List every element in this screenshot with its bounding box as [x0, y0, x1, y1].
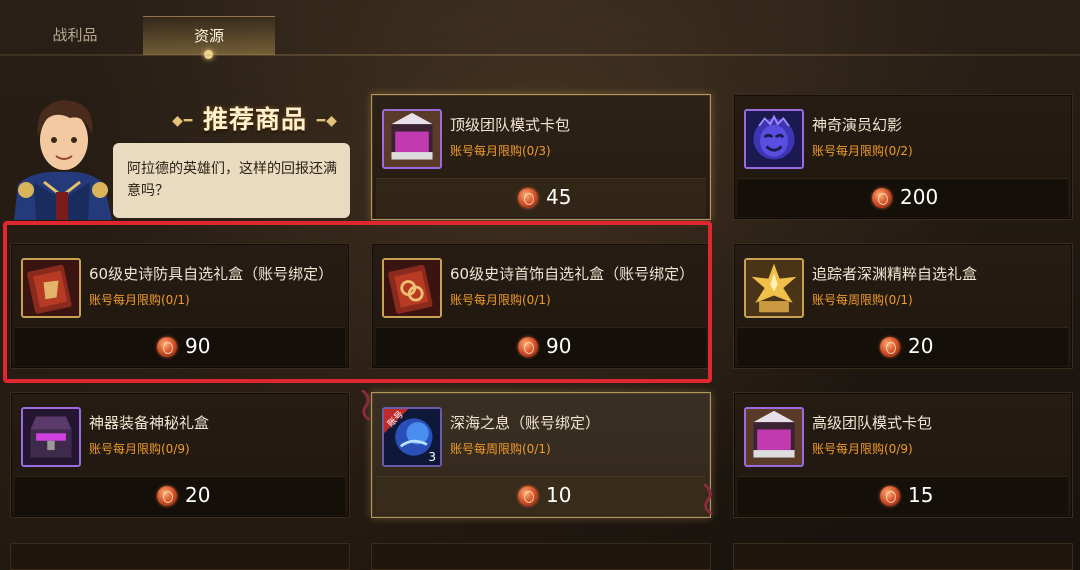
ribbon-decoration — [361, 390, 371, 420]
item-count: 3 — [428, 450, 436, 464]
masked-phantom-icon — [744, 109, 804, 169]
item-name: 顶级团队模式卡包 — [450, 116, 571, 134]
purple-card-pack-icon — [382, 109, 442, 169]
purchase-limit: 账号每月限购(0/9) — [89, 442, 190, 456]
shop-item-abyss-essence-box[interactable]: 追踪者深渊精粹自选礼盒 账号每周限购(0/1) 20 — [733, 243, 1073, 369]
item-name: 深海之息（账号绑定） — [450, 414, 601, 432]
item-price: 20 — [908, 334, 934, 358]
purchase-limit: 账号每月限购(0/9) — [812, 442, 913, 456]
abyss-essence-box-icon — [744, 258, 804, 318]
purple-card-pack-icon — [744, 407, 804, 467]
tab-divider — [0, 54, 1080, 56]
mystery-chest-icon — [21, 407, 81, 467]
shop-item-artifact-mystery-box[interactable]: 神器装备神秘礼盒 账号每月限购(0/9) 20 — [10, 392, 350, 518]
item-price: 20 — [185, 483, 211, 507]
selection-highlight-box — [3, 221, 712, 383]
purchase-limit: 账号每周限购(0/1) — [812, 293, 913, 307]
price-bar: 10 — [376, 476, 706, 515]
purchase-limit: 账号每月限购(0/3) — [450, 144, 551, 158]
price-bar: 200 — [738, 178, 1068, 217]
orange-coin-icon — [880, 337, 900, 357]
price-bar: 20 — [738, 327, 1068, 366]
item-name: 神奇演员幻影 — [812, 116, 903, 134]
shop-item-partial[interactable] — [10, 543, 350, 570]
tab-bar: 战利品 资源 — [0, 0, 1080, 59]
item-price: 200 — [900, 185, 939, 209]
item-price: 10 — [546, 483, 572, 507]
tab-resources[interactable]: 资源 — [143, 16, 275, 59]
item-price: 45 — [546, 185, 572, 209]
purchase-limit: 账号每月限购(0/2) — [812, 144, 913, 158]
orange-coin-icon — [157, 486, 177, 506]
tab-loot[interactable]: 战利品 — [10, 16, 140, 54]
orange-coin-icon — [518, 486, 538, 506]
item-name: 神器装备神秘礼盒 — [89, 414, 210, 432]
tab-resources-label: 资源 — [193, 27, 224, 45]
orange-coin-icon — [880, 486, 900, 506]
orange-coin-icon — [872, 188, 892, 208]
price-bar: 15 — [738, 476, 1068, 515]
hero-avatar — [14, 100, 112, 220]
item-price: 15 — [908, 483, 934, 507]
item-name: 追踪者深渊精粹自选礼盒 — [812, 265, 978, 283]
shop-item-advanced-team-pack[interactable]: 高级团队模式卡包 账号每月限购(0/9) 15 — [733, 392, 1073, 518]
speech-bubble: 阿拉德的英雄们，这样的回报还满意吗？ — [113, 143, 350, 218]
ribbon-decoration — [703, 484, 713, 514]
purchase-limit: 账号每周限购(0/1) — [450, 442, 551, 456]
shop-item-deep-sea-breath[interactable]: 账号 3 深海之息（账号绑定） 账号每周限购(0/1) 10 — [371, 392, 711, 518]
shop-item-partial[interactable] — [371, 543, 711, 570]
deep-sea-orb-icon: 账号 3 — [382, 407, 442, 467]
shop-item-partial[interactable] — [733, 543, 1073, 570]
shop-item-phantom-actor[interactable]: 神奇演员幻影 账号每月限购(0/2) 200 — [733, 94, 1073, 220]
price-bar: 20 — [15, 476, 345, 515]
orange-coin-icon — [518, 188, 538, 208]
item-name: 高级团队模式卡包 — [812, 414, 933, 432]
price-bar: 45 — [376, 178, 706, 217]
recommended-title-text: 推荐商品 — [202, 105, 307, 134]
recommended-title: ◆━ 推荐商品 ━◆ — [172, 105, 338, 134]
shop-item-top-team-pack[interactable]: 顶级团队模式卡包 账号每月限购(0/3) 45 — [371, 94, 711, 220]
